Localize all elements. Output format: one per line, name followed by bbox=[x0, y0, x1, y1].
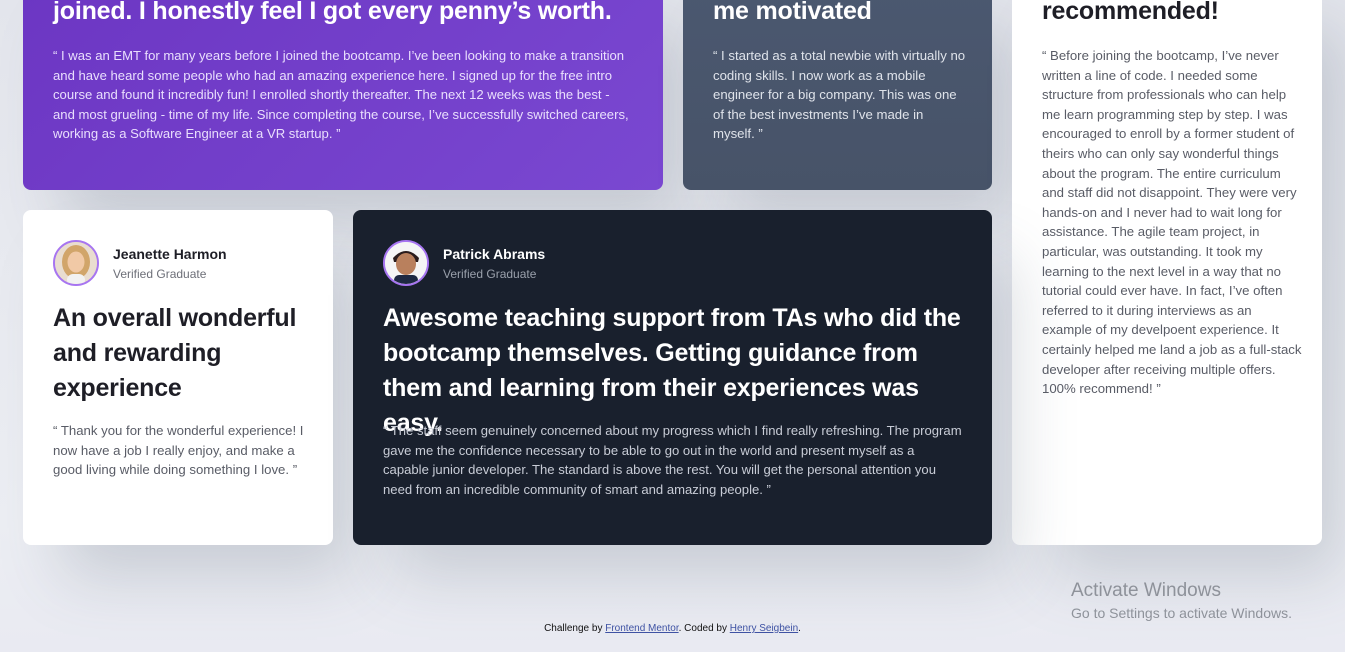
testimonial-card-jeanette: Jeanette Harmon Verified Graduate An ove… bbox=[23, 210, 333, 545]
person-name: Patrick Abrams bbox=[443, 245, 546, 262]
activate-windows-subtitle: Go to Settings to activate Windows. bbox=[1071, 605, 1292, 621]
testimonial-quote: “ Thank you for the wonderful experience… bbox=[53, 423, 304, 478]
testimonial-quote: “ I started as a total newbie with virtu… bbox=[713, 48, 966, 142]
person-status: Verified Graduate bbox=[443, 266, 537, 281]
person-header: Patrick Abrams Verified Graduate bbox=[383, 240, 545, 286]
testimonial-card-patrick: Patrick Abrams Verified Graduate Awesome… bbox=[353, 210, 992, 545]
person-name: Jeanette Harmon bbox=[113, 245, 227, 262]
person-info: Patrick Abrams Verified Graduate bbox=[443, 245, 545, 282]
person-status: Verified Graduate bbox=[113, 266, 207, 281]
attribution-suffix: . bbox=[798, 623, 801, 634]
testimonial-card-purple: joined. I honestly feel I got every penn… bbox=[23, 0, 663, 190]
author-link[interactable]: Henry Seigbein bbox=[730, 623, 798, 634]
avatar bbox=[383, 240, 429, 286]
person-header: Jeanette Harmon Verified Graduate bbox=[53, 240, 227, 286]
person-info: Jeanette Harmon Verified Graduate bbox=[113, 245, 227, 282]
testimonial-headline: Awesome teaching support from TAs who di… bbox=[383, 304, 961, 437]
testimonial-card-tall: recommended! “ Before joining the bootca… bbox=[1012, 0, 1322, 545]
testimonial-quote: “ Before joining the bootcamp, I’ve neve… bbox=[1042, 48, 1302, 397]
attribution-middle: . Coded by bbox=[678, 623, 727, 634]
attribution-footer: Challenge by Frontend Mentor. Coded by H… bbox=[0, 623, 1345, 634]
testimonial-headline: me motivated bbox=[713, 0, 872, 25]
avatar bbox=[53, 240, 99, 286]
attribution-prefix: Challenge by bbox=[544, 623, 603, 634]
testimonial-quote: “ The staff seem genuinely concerned abo… bbox=[383, 423, 962, 497]
testimonial-headline: recommended! bbox=[1042, 0, 1219, 25]
testimonial-card-gray: me motivated “ I started as a total newb… bbox=[683, 0, 992, 190]
testimonial-headline: An overall wonderful and rewarding exper… bbox=[53, 304, 297, 402]
avatar-image bbox=[55, 242, 97, 284]
testimonial-quote: “ I was an EMT for many years before I j… bbox=[53, 48, 629, 142]
frontend-mentor-link[interactable]: Frontend Mentor bbox=[605, 623, 678, 634]
activate-windows-title: Activate Windows bbox=[1071, 580, 1221, 601]
testimonial-headline: joined. I honestly feel I got every penn… bbox=[53, 0, 612, 25]
avatar-image bbox=[385, 242, 427, 284]
